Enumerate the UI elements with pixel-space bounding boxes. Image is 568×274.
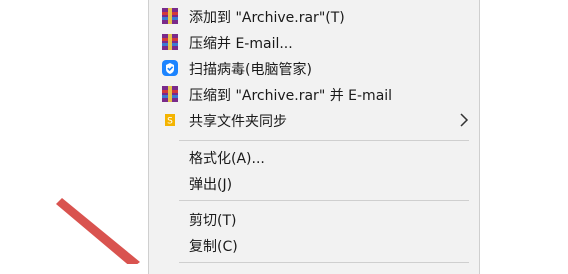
menu-item-label: 压缩并 E-mail...	[189, 36, 293, 52]
menu-item-label: 弹出(J)	[189, 177, 233, 193]
menu-item-label: 添加到 "Archive.rar"(T)	[189, 10, 345, 26]
menu-separator	[179, 200, 469, 201]
winrar-icon	[161, 7, 179, 25]
winrar-icon	[161, 85, 179, 103]
menu-separator	[179, 262, 469, 263]
menu-item-scan-virus[interactable]: 扫描病毒(电脑管家)	[149, 55, 479, 81]
svg-text:S: S	[167, 117, 173, 127]
menu-item-compress-to-archive-email[interactable]: 压缩到 "Archive.rar" 并 E-mail	[149, 81, 479, 107]
menu-item-share-sync[interactable]: S 共享文件夹同步	[149, 107, 479, 133]
menu-item-label: 共享文件夹同步	[189, 114, 287, 130]
menu-item-compress-email[interactable]: 压缩并 E-mail...	[149, 29, 479, 55]
menu-item-cut[interactable]: 剪切(T)	[149, 206, 479, 232]
share-sync-icon: S	[161, 111, 179, 129]
tencent-pc-manager-shield-icon	[161, 59, 179, 77]
chevron-right-icon	[459, 111, 469, 133]
menu-item-label: 格式化(A)...	[189, 151, 265, 167]
menu-item-add-to-archive[interactable]: 添加到 "Archive.rar"(T)	[149, 3, 479, 29]
menu-item-eject[interactable]: 弹出(J)	[149, 170, 479, 196]
context-menu: 添加到 "Archive.rar"(T) 压缩并 E-mail... 扫描病毒(…	[148, 0, 480, 274]
menu-item-copy[interactable]: 复制(C)	[149, 232, 479, 258]
menu-item-label: 压缩到 "Archive.rar" 并 E-mail	[189, 88, 393, 104]
menu-item-label: 复制(C)	[189, 239, 238, 255]
menu-item-label: 扫描病毒(电脑管家)	[189, 62, 312, 78]
menu-separator	[179, 140, 469, 141]
winrar-icon	[161, 33, 179, 51]
menu-item-format[interactable]: 格式化(A)...	[149, 144, 479, 170]
menu-item-label: 剪切(T)	[189, 213, 237, 229]
